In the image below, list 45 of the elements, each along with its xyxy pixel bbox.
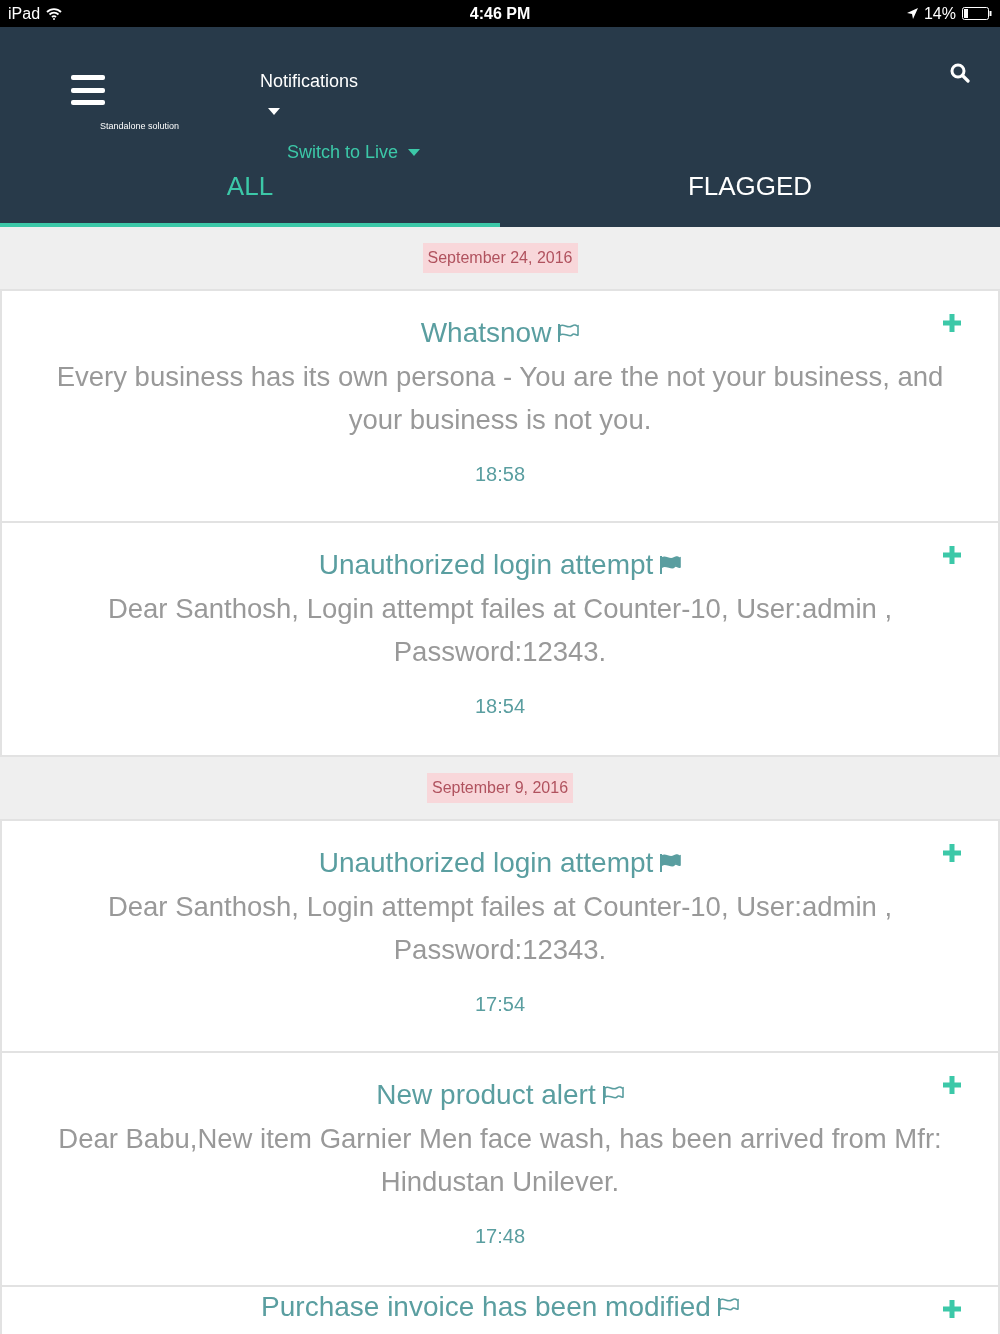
filled-flag-icon[interactable] — [659, 555, 682, 575]
notification-message: Dear Santhosh, Login attempt failes at Counter-10, User:admin , Password:12343. — [106, 890, 894, 967]
notification-time: 17:48 — [474, 1225, 526, 1248]
wifi-icon — [46, 7, 63, 20]
caret-icon — [408, 149, 421, 156]
notification-card[interactable]: New product alert Dear Babu,New item Garnier Men face wash, has been arrived from Mfr: Hindustan Unilever. 17:48 — [0, 1053, 1000, 1287]
notification-message: Dear Babu,New item Garnier Men face wash, has been arrived from Mfr: Hindustan Unilever. — [57, 1122, 943, 1199]
notification-time: 18:58 — [474, 463, 526, 486]
notification-message: Dear Santhosh, Login attempt failes at Counter-10, User:admin , Password:12343. — [106, 592, 894, 669]
search-icon[interactable] — [950, 63, 970, 83]
header-title: Notifications — [260, 71, 359, 92]
notification-time: 18:54 — [474, 695, 526, 718]
carrier: iPad — [8, 4, 41, 23]
notification-title: Unauthorized login attempt — [318, 847, 654, 879]
date-label: September 24, 2016 — [422, 243, 578, 273]
notification-card[interactable]: Unauthorized login attempt Dear Santhosh, Login attempt failes at Counter-10, User:admin , Password:12343. 18:54 — [0, 523, 1000, 757]
notification-card[interactable]: Whatsnow Every business has its own persona - You are the not your business, and your business is not you. 18:58 — [0, 289, 1000, 523]
tab[interactable]: ALL — [0, 167, 500, 227]
outline-flag-icon[interactable] — [716, 1297, 739, 1317]
notification-card[interactable]: Unauthorized login attempt Dear Santhosh, Login attempt failes at Counter-10, User:admin , Password:12343. 17:54 — [0, 819, 1000, 1053]
plus-icon[interactable] — [942, 313, 962, 333]
notification-title: Whatsnow — [420, 317, 552, 349]
battery-icon — [962, 7, 992, 20]
notification-message: Every business has its own persona - You are the not your business, and your business is not you. — [55, 360, 945, 437]
battery-percent: 14% — [923, 4, 956, 23]
dropdown-caret-icon[interactable] — [268, 108, 280, 115]
outline-flag-icon[interactable] — [557, 323, 580, 343]
menu-icon[interactable] — [71, 75, 105, 105]
plus-icon[interactable] — [942, 1075, 962, 1095]
location-icon — [906, 8, 918, 19]
plus-icon[interactable] — [942, 1299, 962, 1319]
plus-icon[interactable] — [942, 545, 962, 565]
notification-title: New product alert — [376, 1079, 596, 1111]
notification-card[interactable]: Purchase invoice has been modified — [0, 1287, 1000, 1334]
clock: 4:46 PM — [469, 4, 531, 23]
tab[interactable]: FLAGGED — [500, 167, 1000, 227]
notification-time: 17:54 — [474, 993, 526, 1016]
filled-flag-icon[interactable] — [659, 853, 682, 873]
notification-title: Purchase invoice has been modified — [261, 1291, 711, 1323]
outline-flag-icon[interactable] — [601, 1085, 624, 1105]
switch-dropdown[interactable]: Switch to Live — [287, 142, 421, 163]
plus-icon[interactable] — [942, 843, 962, 863]
date-label: September 9, 2016 — [426, 773, 574, 803]
notification-title: Unauthorized login attempt — [318, 549, 654, 581]
header-subtitle: Standalone solution — [100, 121, 180, 131]
